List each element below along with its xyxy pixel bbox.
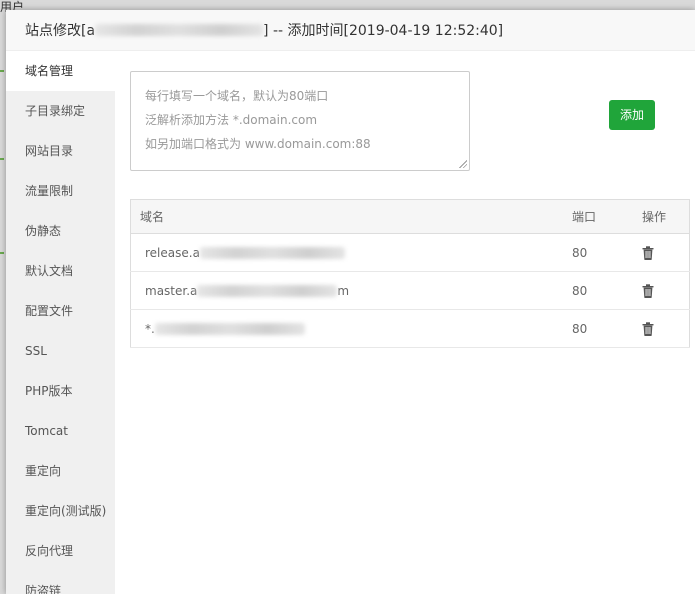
- domain-management-panel: 每行填写一个域名，默认为80端口 泛解析添加方法 *.domain.com 如另…: [115, 51, 695, 594]
- domain-name-prefix: master.a: [145, 283, 198, 298]
- add-domain-button[interactable]: 添加: [609, 100, 655, 130]
- port-cell: 80: [572, 233, 642, 272]
- dialog-title-prefix: 站点修改[a: [25, 23, 96, 39]
- placeholder-line: 每行填写一个域名，默认为80端口: [145, 89, 329, 103]
- table-row: release.a 80: [130, 233, 690, 272]
- resize-handle[interactable]: [459, 160, 467, 168]
- sidebar-item-traffic-limit[interactable]: 流量限制: [6, 171, 115, 211]
- sidebar-item-redirect-beta[interactable]: 重定向(测试版): [6, 491, 115, 531]
- domain-cell: release.a: [130, 233, 572, 272]
- dialog-title-bar: 站点修改[a ] -- 添加时间[2019-04-19 12:52:40]: [6, 10, 695, 51]
- sidebar-item-reverse-proxy[interactable]: 反向代理: [6, 531, 115, 571]
- trash-icon[interactable]: [642, 322, 654, 336]
- sidebar-item-domain-management[interactable]: 域名管理: [6, 51, 115, 91]
- domain-name-suffix: m: [337, 283, 350, 298]
- table-header-row: 域名 端口 操作: [130, 199, 690, 234]
- sidebar-item-site-directory[interactable]: 网站目录: [6, 131, 115, 171]
- table-row: master.a m 80: [130, 271, 690, 310]
- action-cell: [642, 309, 690, 348]
- placeholder-line: 泛解析添加方法 *.domain.com: [145, 113, 318, 127]
- header-action: 操作: [642, 199, 690, 234]
- domain-textarea[interactable]: 每行填写一个域名，默认为80端口 泛解析添加方法 *.domain.com 如另…: [130, 71, 470, 171]
- sidebar-item-tomcat[interactable]: Tomcat: [6, 411, 115, 451]
- header-port: 端口: [572, 199, 642, 234]
- sidebar-item-config-file[interactable]: 配置文件: [6, 291, 115, 331]
- domain-name-prefix: *.: [145, 321, 155, 336]
- sidebar-item-rewrite[interactable]: 伪静态: [6, 211, 115, 251]
- sidebar-item-php-version[interactable]: PHP版本: [6, 371, 115, 411]
- site-edit-dialog: 站点修改[a ] -- 添加时间[2019-04-19 12:52:40] 域名…: [6, 10, 695, 594]
- table-row: *. 80: [130, 309, 690, 348]
- action-cell: [642, 233, 690, 272]
- sidebar-item-hotlink-protection[interactable]: 防盗链: [6, 571, 115, 594]
- sidebar-item-subdirectory-binding[interactable]: 子目录绑定: [6, 91, 115, 131]
- redacted-domain: [199, 246, 345, 259]
- domain-cell: *.: [130, 309, 572, 348]
- sidebar-item-redirect[interactable]: 重定向: [6, 451, 115, 491]
- sidebar-item-ssl[interactable]: SSL: [6, 331, 115, 371]
- trash-icon[interactable]: [642, 246, 654, 260]
- redacted-site-name: [95, 24, 264, 36]
- dialog-title-suffix: ] -- 添加时间[2019-04-19 12:52:40]: [263, 23, 504, 39]
- action-cell: [642, 271, 690, 310]
- domain-name-prefix: release.a: [145, 245, 200, 260]
- header-domain: 域名: [130, 199, 572, 234]
- domain-cell: master.a m: [130, 271, 572, 310]
- sidebar-item-default-document[interactable]: 默认文档: [6, 251, 115, 291]
- redacted-domain: [154, 322, 305, 335]
- settings-sidebar: 域名管理 子目录绑定 网站目录 流量限制 伪静态 默认文档 配置文件 SSL P…: [6, 51, 115, 594]
- port-cell: 80: [572, 309, 642, 348]
- port-cell: 80: [572, 271, 642, 310]
- background-mark: [0, 252, 4, 254]
- trash-icon[interactable]: [642, 284, 654, 298]
- background-mark: [0, 70, 4, 72]
- background-mark: [0, 158, 4, 160]
- domain-table: 域名 端口 操作 release.a 80 master.a m 80 *. 8…: [130, 199, 690, 348]
- placeholder-line: 如另加端口格式为 www.domain.com:88: [145, 137, 371, 151]
- redacted-domain: [197, 284, 338, 297]
